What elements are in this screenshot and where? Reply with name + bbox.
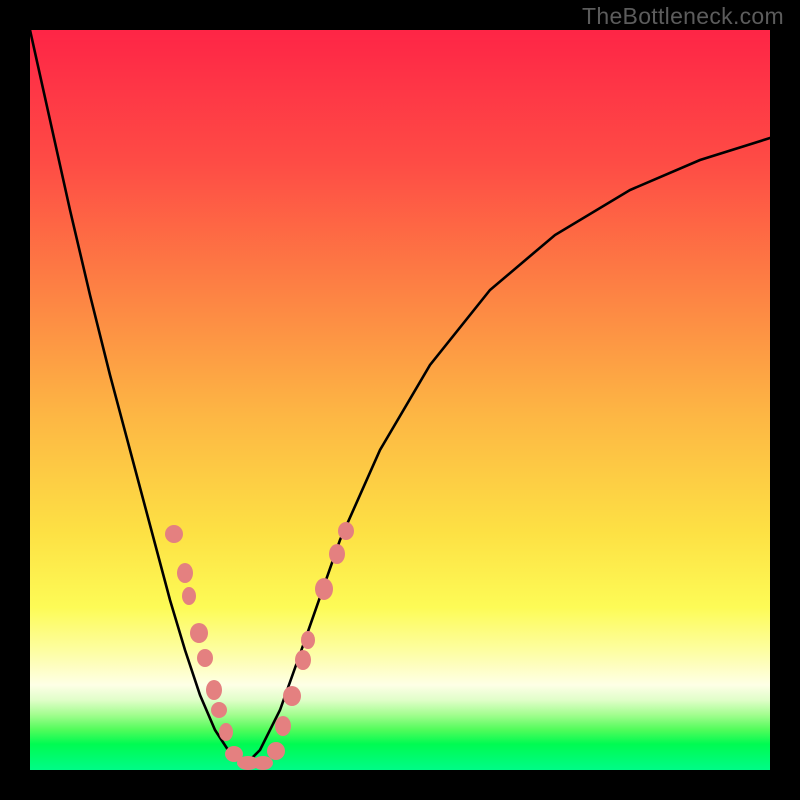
curve-marker (301, 631, 315, 649)
curve-marker (190, 623, 208, 643)
curve-marker (211, 702, 227, 718)
curve-marker (267, 742, 285, 760)
curve-marker (329, 544, 345, 564)
curve-marker (197, 649, 213, 667)
curve-marker (315, 578, 333, 600)
chart-frame: TheBottleneck.com (0, 0, 800, 800)
curve-marker (253, 756, 273, 770)
curve-left-branch (30, 30, 245, 765)
curve-marker (219, 723, 233, 741)
curve-layer (30, 30, 770, 770)
curve-marker (177, 563, 193, 583)
curve-marker (275, 716, 291, 736)
curve-marker (295, 650, 311, 670)
plot-area (30, 30, 770, 770)
curve-marker (206, 680, 222, 700)
curve-marker (165, 525, 183, 543)
watermark-text: TheBottleneck.com (582, 3, 784, 30)
curve-marker (283, 686, 301, 706)
curve-right-branch (245, 138, 770, 765)
curve-marker (182, 587, 196, 605)
marker-group (165, 522, 354, 770)
curve-marker (338, 522, 354, 540)
